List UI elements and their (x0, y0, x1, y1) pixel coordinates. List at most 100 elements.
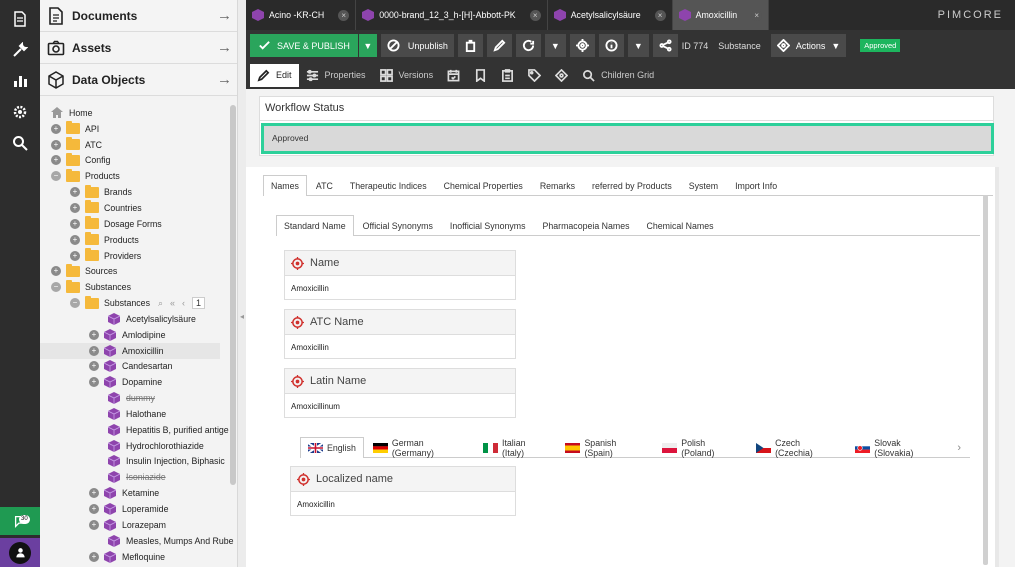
gear-icon[interactable] (0, 96, 40, 127)
save-dropdown-button[interactable]: ▼ (358, 34, 377, 57)
tab-names[interactable]: Names (263, 175, 307, 196)
tree-node-products[interactable]: − Products (40, 168, 238, 184)
expand-icon[interactable]: + (89, 551, 99, 562)
name-value[interactable]: Amoxicillin (285, 276, 515, 301)
expand-icon[interactable]: + (89, 504, 99, 515)
tab-lang-english[interactable]: English (300, 437, 364, 458)
tab-tags[interactable] (521, 64, 548, 87)
tree-node-brands[interactable]: + Brands (40, 184, 238, 200)
delete-button[interactable] (457, 34, 483, 57)
close-icon[interactable]: × (529, 9, 541, 21)
form-scrollbar[interactable] (983, 195, 988, 565)
tab-standard-name[interactable]: Standard Name (276, 215, 354, 236)
tree-node-object-unpublished[interactable]: Isoniazide (40, 469, 238, 485)
notifications-button[interactable]: 30 (0, 507, 40, 535)
tree-node-object[interactable]: + Lorazepam (40, 517, 238, 533)
tab-lang-czech[interactable]: Czech (Czechia) (748, 437, 846, 458)
expand-icon[interactable]: + (70, 250, 80, 261)
tab-referred-by-products[interactable]: referred by Products (584, 175, 680, 195)
expand-icon[interactable]: + (89, 377, 99, 388)
atc-name-value[interactable]: Amoxicillin (285, 335, 515, 360)
expand-icon[interactable]: + (70, 234, 80, 245)
tab-children-grid[interactable]: Children Grid (575, 64, 661, 87)
save-publish-button[interactable]: SAVE & PUBLISH (250, 34, 358, 57)
expand-icon[interactable]: + (89, 488, 99, 499)
editor-tab[interactable]: Acetylsalicylsäure × (548, 0, 673, 30)
outer-scrollbar-track[interactable] (995, 167, 999, 567)
reload-button[interactable] (515, 34, 541, 57)
tab-lang-spanish[interactable]: Spanish (Spain) (557, 437, 653, 458)
tree-node-substances-sub[interactable]: − Substances ⌕ « ‹ 1 (40, 295, 238, 311)
data-objects-accordion[interactable]: Data Objects → (40, 64, 237, 96)
actions-button[interactable]: Actions ▼ (770, 34, 847, 57)
tree-node-atc[interactable]: + ATC (40, 137, 238, 153)
tab-lang-slovak[interactable]: Slovak (Slovakia) (847, 437, 948, 458)
editor-tab-active[interactable]: Amoxicillin × (672, 0, 770, 30)
tree-node-dosage-forms[interactable]: + Dosage Forms (40, 216, 238, 232)
tree-scrollbar[interactable] (230, 105, 236, 485)
tab-notes[interactable] (494, 64, 521, 87)
tree-node-object[interactable]: + Loperamide (40, 501, 238, 517)
search-icon[interactable]: ⌕ (158, 298, 163, 309)
tab-properties[interactable]: Properties (299, 64, 373, 87)
expand-icon[interactable]: + (51, 266, 61, 277)
unpublish-button[interactable]: Unpublish (380, 34, 454, 57)
user-menu-button[interactable] (0, 538, 40, 567)
tab-remarks[interactable]: Remarks (532, 175, 583, 195)
collapse-icon[interactable]: − (51, 171, 61, 182)
expand-icon[interactable]: + (89, 519, 99, 530)
tab-schedule[interactable] (440, 64, 467, 87)
locate-button[interactable] (569, 34, 595, 57)
expand-icon[interactable]: + (51, 139, 61, 150)
editor-tab[interactable]: 0000-brand_12_3_h-[H]-Abbott-PK × (356, 0, 548, 30)
tab-chemical-properties[interactable]: Chemical Properties (436, 175, 531, 195)
tab-inofficial-synonyms[interactable]: Inofficial Synonyms (442, 215, 534, 235)
tab-dependencies[interactable] (467, 64, 494, 87)
tree-node-object-selected[interactable]: + Amoxicillin (40, 342, 220, 359)
tree-node-object[interactable]: Hydrochlorothiazide (40, 438, 238, 454)
collapse-icon[interactable]: − (70, 298, 80, 309)
page-number-input[interactable]: 1 (192, 297, 206, 310)
first-page-icon[interactable]: « (170, 298, 175, 308)
tree-node-object[interactable]: Acetylsalicylsäure (40, 311, 238, 327)
tree-node-api[interactable]: + API (40, 121, 238, 137)
expand-icon[interactable]: + (89, 329, 99, 340)
tab-chemical-names[interactable]: Chemical Names (639, 215, 722, 235)
tab-lang-polish[interactable]: Polish (Poland) (654, 437, 747, 458)
tree-node-object[interactable]: + Candesartan (40, 359, 238, 375)
tree-node-object[interactable]: + Dopamine (40, 374, 238, 390)
tab-system[interactable]: System (681, 175, 726, 195)
tree-node-object-unpublished[interactable]: dummy (40, 390, 238, 406)
tab-therapeutic-indices[interactable]: Therapeutic Indices (342, 175, 435, 195)
localized-name-value[interactable]: Amoxicillin (291, 492, 515, 517)
tab-versions[interactable]: Versions (373, 64, 441, 87)
tabs-scroll-right-icon[interactable]: › (949, 437, 969, 457)
expand-icon[interactable]: + (89, 345, 99, 356)
info-dropdown-button[interactable]: ▼ (627, 34, 649, 57)
rename-button[interactable] (486, 34, 512, 57)
expand-icon[interactable]: + (70, 218, 80, 229)
collapse-icon[interactable]: − (51, 282, 61, 293)
chart-icon[interactable] (0, 65, 40, 96)
expand-icon[interactable]: + (51, 123, 61, 134)
tree-node-object[interactable]: + Mefloquine (40, 549, 238, 565)
close-icon[interactable]: × (751, 9, 763, 21)
tree-node-substances[interactable]: − Substances (40, 279, 238, 295)
tree-node-products-sub[interactable]: + Products (40, 232, 238, 248)
tree-node-object[interactable]: Insulin Injection, Biphasic (40, 454, 238, 470)
search-icon[interactable] (0, 127, 40, 158)
file-icon[interactable] (0, 3, 40, 34)
reload-dropdown-button[interactable]: ▼ (544, 34, 566, 57)
tab-import-info[interactable]: Import Info (727, 175, 785, 195)
prev-page-icon[interactable]: ‹ (182, 298, 185, 308)
tree-node-object[interactable]: Hepatitis B, purified antige (40, 422, 238, 438)
tree-node-object[interactable]: Halothane (40, 406, 238, 422)
expand-icon[interactable]: + (70, 202, 80, 213)
tree-node-sources[interactable]: + Sources (40, 263, 238, 279)
collapse-arrow-icon[interactable]: ◂ (240, 312, 244, 321)
expand-icon[interactable]: + (70, 187, 80, 198)
share-button[interactable] (652, 34, 678, 57)
panel-splitter[interactable]: ◂ (238, 0, 246, 567)
close-icon[interactable]: × (654, 9, 666, 21)
assets-accordion[interactable]: Assets → (40, 32, 237, 64)
